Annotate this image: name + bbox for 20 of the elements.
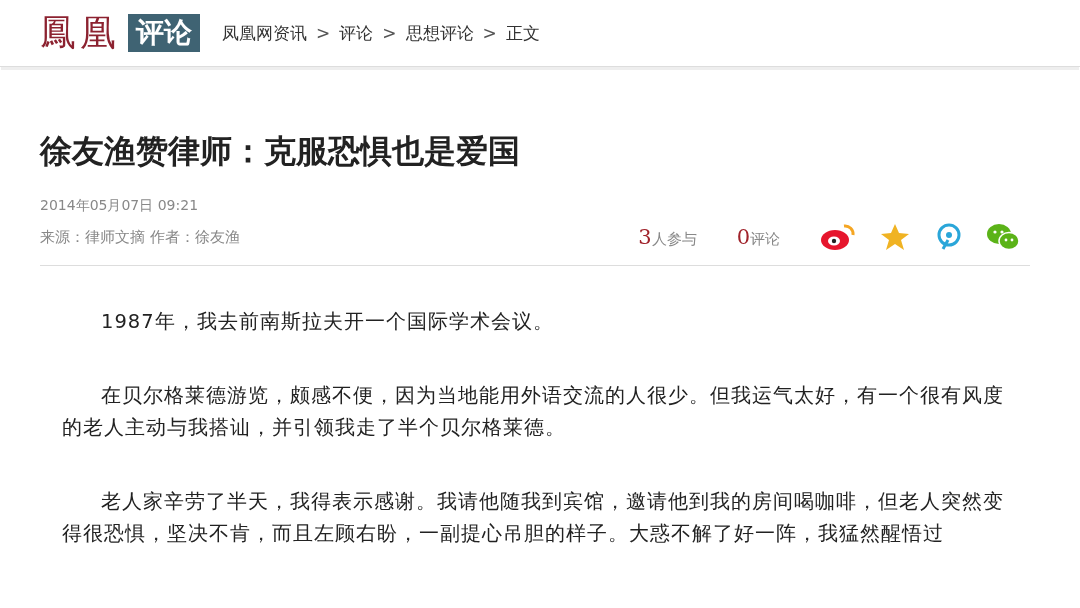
breadcrumb-link[interactable]: 正文 (505, 21, 540, 45)
logo-section[interactable]: 评论 (128, 14, 200, 52)
weibo-icon[interactable] (820, 223, 856, 251)
breadcrumb-link[interactable]: 思想评论 (405, 21, 474, 45)
paragraph: 在贝尔格莱德游览，颇感不便，因为当地能用外语交流的人很少。但我运气太好，有一个很有风度的老人主动与我搭讪，并引领我走了半个贝尔格莱德。 (62, 383, 1005, 441)
breadcrumb-separator: > (482, 23, 497, 43)
wechat-icon[interactable] (986, 223, 1020, 251)
star-icon[interactable] (880, 223, 910, 251)
article-title: 徐友渔赞律师：克服恐惧也是爱国 (40, 131, 521, 171)
paragraph: 老人家辛劳了半天，我得表示感谢。我请他随我到宾馆，邀请他到我的房间喝咖啡，但老人突然变得很恐惧，坚决不肯，而且左顾右盼，一副提心吊胆的样子。大惑不解了好一阵，我猛然醒悟过 (62, 489, 1005, 547)
logo-brand[interactable]: 鳳凰 (40, 13, 120, 53)
paragraph: 1987年，我去前南斯拉夫开一个国际学术会议。 (100, 309, 555, 335)
stat-count[interactable]: 0评论 (736, 225, 780, 249)
publish-date: 2014年05月07日 09:21 (40, 197, 200, 215)
article-source: 来源：律师文摘 作者：徐友渔 (40, 227, 241, 247)
breadcrumb-link[interactable]: 凤凰网资讯 (222, 21, 307, 45)
stat-count[interactable]: 3人参与 (638, 225, 697, 249)
breadcrumb-separator: > (382, 23, 397, 43)
breadcrumb-link[interactable]: 评论 (339, 21, 374, 45)
breadcrumb-separator: > (316, 23, 331, 43)
